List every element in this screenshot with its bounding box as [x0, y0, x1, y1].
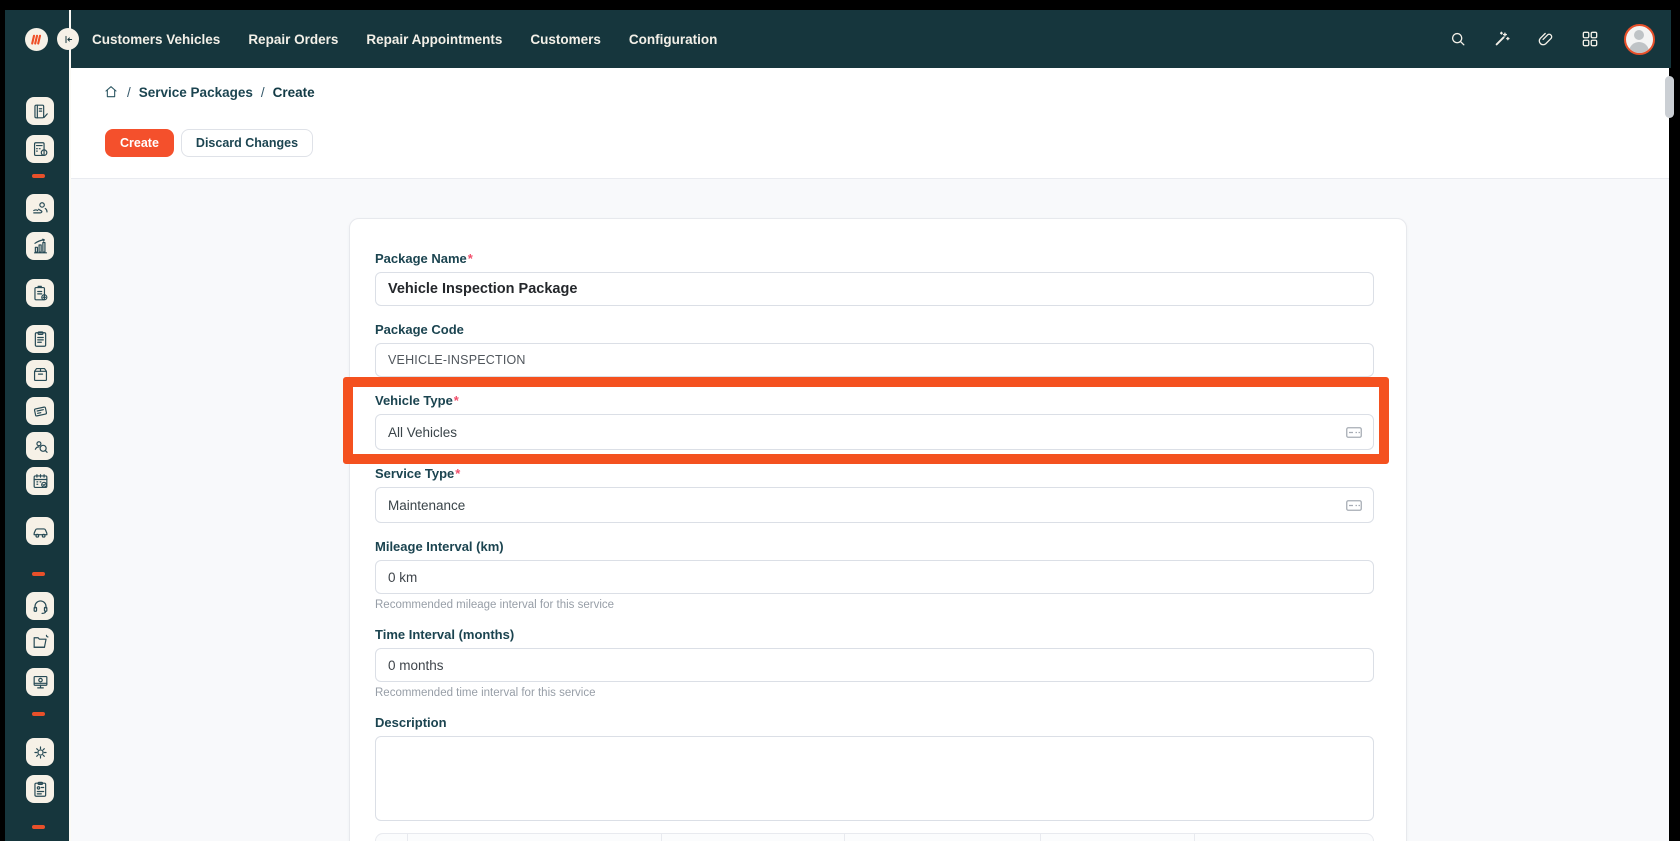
breadcrumb-service-packages[interactable]: Service Packages: [139, 85, 253, 100]
table-column: [845, 834, 1041, 841]
required-marker: *: [455, 466, 460, 481]
table-column: [1041, 834, 1195, 841]
service-type-label: Service Type*: [375, 468, 1372, 480]
table-column: [376, 834, 408, 841]
package-name-label: Package Name*: [375, 253, 1372, 265]
select-widget-icon: [1346, 427, 1362, 438]
card-reader-icon[interactable]: [26, 397, 54, 425]
table-column: [1195, 834, 1373, 841]
calendar-check-icon[interactable]: [26, 467, 54, 495]
package-box-icon[interactable]: [26, 360, 54, 388]
package-code-label: Package Code: [375, 324, 1372, 336]
table-column: [408, 834, 662, 841]
magic-wand-icon[interactable]: [1492, 29, 1512, 49]
customer-search-icon[interactable]: [26, 432, 54, 460]
field-package-code: Package Code: [375, 324, 1372, 377]
line-items-table-header: [375, 833, 1374, 841]
package-name-input[interactable]: [375, 272, 1374, 306]
scrollbar-thumb[interactable]: [1665, 76, 1674, 118]
calculator-icon[interactable]: [26, 135, 54, 163]
description-label: Description: [375, 717, 1372, 729]
sidebar-section-divider: [32, 572, 45, 576]
content-area: / Service Packages / Create Create Disca…: [71, 68, 1669, 841]
id-clipboard-icon[interactable]: [26, 775, 54, 803]
mileage-interval-label: Mileage Interval (km): [375, 541, 1372, 553]
home-icon[interactable]: [103, 84, 119, 100]
page: Customers Vehicles Repair Orders Repair …: [0, 0, 1680, 841]
required-marker: *: [454, 393, 459, 408]
sidebar-section-divider: [32, 712, 45, 716]
time-interval-input[interactable]: [375, 648, 1374, 682]
field-vehicle-type: Vehicle Type* All Vehicles: [375, 395, 1372, 450]
sidebar-divider-line: [69, 10, 71, 841]
nav-repair-appointments[interactable]: Repair Appointments: [366, 32, 502, 47]
folder-doc-icon[interactable]: [26, 628, 54, 656]
top-navigation-bar: Customers Vehicles Repair Orders Repair …: [5, 10, 1671, 68]
service-type-select[interactable]: Maintenance: [375, 487, 1374, 523]
field-service-type: Service Type* Maintenance: [375, 468, 1372, 523]
field-description: Description: [375, 717, 1372, 821]
app-logo[interactable]: [25, 28, 48, 51]
journal-icon[interactable]: [26, 97, 54, 125]
vehicle-type-label: Vehicle Type*: [375, 395, 1372, 407]
nav-customers[interactable]: Customers: [530, 32, 601, 47]
package-code-input[interactable]: [375, 343, 1374, 377]
sidebar-section-divider: [32, 174, 45, 178]
avatar-head-shape: [1634, 30, 1644, 40]
monitor-icon[interactable]: [26, 668, 54, 696]
gear-icon[interactable]: [26, 738, 54, 766]
hand-service-icon[interactable]: [26, 194, 54, 222]
toolbar: Create Discard Changes: [105, 129, 313, 157]
user-avatar[interactable]: [1624, 24, 1655, 55]
mileage-helper-text: Recommended mileage interval for this se…: [375, 600, 1372, 611]
breadcrumb-separator: /: [127, 85, 131, 100]
field-time-interval: Time Interval (months) Recommended time …: [375, 629, 1372, 699]
service-type-value: Maintenance: [388, 498, 465, 513]
field-mileage-interval: Mileage Interval (km) Recommended mileag…: [375, 541, 1372, 611]
create-button[interactable]: Create: [105, 129, 174, 157]
search-icon[interactable]: [1448, 29, 1468, 49]
description-textarea[interactable]: [375, 736, 1374, 821]
form-card: Package Name* Package Code Vehicle Type*…: [349, 218, 1407, 841]
car-icon[interactable]: [26, 517, 54, 545]
paperclip-icon[interactable]: [1536, 29, 1556, 49]
vehicle-type-select[interactable]: All Vehicles: [375, 414, 1374, 450]
headset-icon[interactable]: [26, 592, 54, 620]
clipboard-doc-icon[interactable]: [26, 325, 54, 353]
sidebar-section-divider: [32, 825, 45, 829]
apps-grid-icon[interactable]: [1580, 29, 1600, 49]
stats-chart-icon[interactable]: [26, 232, 54, 260]
page-header-band: / Service Packages / Create Create Disca…: [71, 68, 1669, 179]
mileage-interval-input[interactable]: [375, 560, 1374, 594]
nav-configuration[interactable]: Configuration: [629, 32, 717, 47]
topbar-actions: [1448, 10, 1655, 68]
select-widget-icon: [1346, 500, 1362, 511]
vehicle-type-value: All Vehicles: [388, 425, 457, 440]
breadcrumb-separator: /: [261, 85, 265, 100]
breadcrumb: / Service Packages / Create: [103, 84, 315, 100]
time-helper-text: Recommended time interval for this servi…: [375, 688, 1372, 699]
clipboard-plus-icon[interactable]: [26, 279, 54, 307]
nav-repair-orders[interactable]: Repair Orders: [248, 32, 338, 47]
sidebar: [5, 68, 69, 841]
breadcrumb-current: Create: [273, 85, 315, 100]
field-package-name: Package Name*: [375, 253, 1372, 306]
discard-changes-button[interactable]: Discard Changes: [181, 129, 313, 157]
sidebar-collapse-button[interactable]: [57, 28, 79, 50]
main-nav: Customers Vehicles Repair Orders Repair …: [92, 10, 717, 68]
required-marker: *: [468, 251, 473, 266]
time-interval-label: Time Interval (months): [375, 629, 1372, 641]
table-column: [662, 834, 845, 841]
nav-customers-vehicles[interactable]: Customers Vehicles: [92, 32, 220, 47]
avatar-body-shape: [1629, 42, 1649, 54]
